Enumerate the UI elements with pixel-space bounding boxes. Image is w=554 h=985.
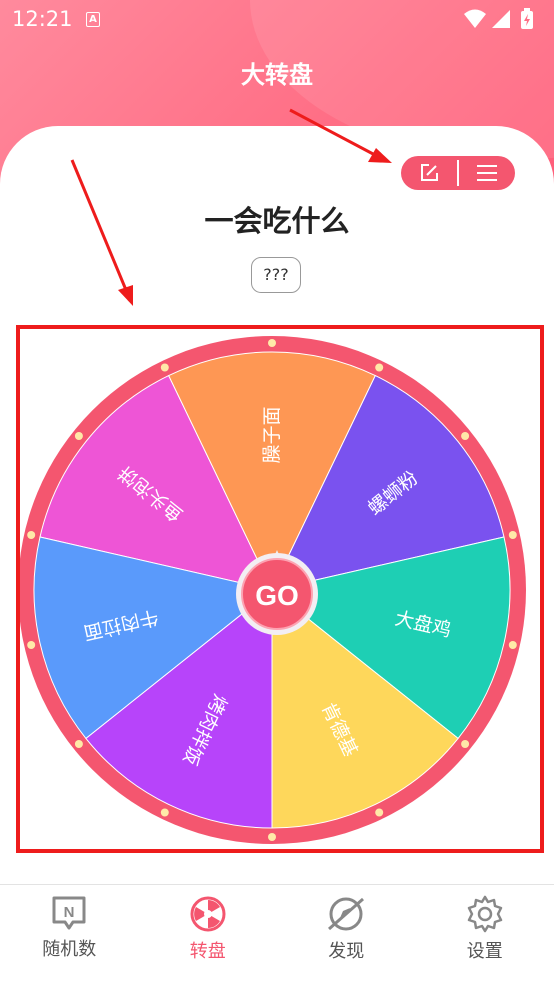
nav-item-random[interactable]: N 随机数 — [0, 885, 139, 985]
nav-label-discover: 发现 — [328, 937, 364, 963]
wheel-icon — [189, 895, 227, 933]
nav-label-random: 随机数 — [42, 935, 96, 961]
discover-icon — [327, 895, 365, 933]
nav-label-settings: 设置 — [467, 937, 503, 963]
go-label: GO — [255, 580, 299, 611]
nav-item-discover[interactable]: 发现 — [277, 885, 416, 985]
svg-text:N: N — [64, 904, 75, 921]
go-button[interactable]: GO — [234, 550, 320, 636]
nav-item-settings[interactable]: 设置 — [416, 885, 554, 985]
nav-item-wheel[interactable]: 转盘 — [139, 885, 278, 985]
gear-icon — [466, 895, 504, 933]
bottom-nav: N 随机数 转盘 发现 设置 — [0, 884, 554, 985]
random-number-icon: N — [51, 895, 87, 931]
nav-label-wheel: 转盘 — [190, 937, 226, 963]
